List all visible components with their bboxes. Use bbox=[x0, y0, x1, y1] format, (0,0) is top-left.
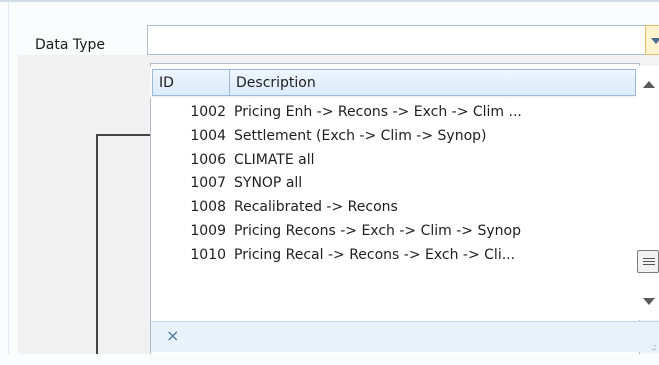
row-id: 1007 bbox=[190, 175, 226, 192]
row-id: 1010 bbox=[190, 246, 226, 263]
clear-icon[interactable]: × bbox=[166, 326, 179, 345]
row-id: 1009 bbox=[190, 222, 226, 239]
table-row[interactable]: 1002 Pricing Enh -> Recons -> Exch -> Cl… bbox=[150, 104, 636, 128]
grip-line bbox=[643, 264, 655, 265]
frame-line-top bbox=[96, 134, 150, 136]
table-row[interactable]: 1004 Settlement (Exch -> Clim -> Synop) bbox=[150, 128, 636, 152]
row-description: CLIMATE all bbox=[234, 151, 315, 168]
frame-line-left bbox=[96, 134, 98, 365]
scrollbar-thumb[interactable] bbox=[637, 250, 659, 273]
row-id: 1004 bbox=[190, 127, 226, 144]
row-description: Pricing Recons -> Exch -> Clim -> Synop bbox=[234, 222, 521, 239]
table-row[interactable]: 1010 Pricing Recal -> Recons -> Exch -> … bbox=[150, 247, 636, 271]
row-id: 1006 bbox=[190, 151, 226, 168]
row-description: Settlement (Exch -> Clim -> Synop) bbox=[234, 127, 487, 144]
column-header-id[interactable]: ID bbox=[152, 69, 230, 96]
scroll-up-arrow-icon[interactable] bbox=[643, 81, 655, 88]
panel-bottom bbox=[0, 354, 659, 365]
data-type-label: Data Type bbox=[35, 37, 106, 53]
row-description: Pricing Recal -> Recons -> Exch -> Cli..… bbox=[234, 246, 516, 263]
panel-top-border bbox=[0, 0, 659, 2]
grip-line bbox=[643, 258, 655, 259]
table-row[interactable]: 1009 Pricing Recons -> Exch -> Clim -> S… bbox=[150, 223, 636, 247]
vertical-scrollbar[interactable] bbox=[636, 66, 659, 320]
row-description: SYNOP all bbox=[234, 175, 303, 192]
resize-grip-icon[interactable]: .: bbox=[651, 342, 656, 353]
column-header-description[interactable]: Description bbox=[229, 69, 636, 96]
row-id: 1002 bbox=[190, 104, 226, 120]
chevron-down-icon bbox=[651, 38, 659, 44]
grid-rows: 1002 Pricing Enh -> Recons -> Exch -> Cl… bbox=[150, 104, 636, 271]
table-row[interactable]: 1006 CLIMATE all bbox=[150, 152, 636, 176]
grip-line bbox=[643, 261, 655, 262]
row-id: 1008 bbox=[190, 199, 226, 216]
row-description: Recalibrated -> Recons bbox=[234, 199, 398, 216]
scroll-down-arrow-icon[interactable] bbox=[643, 298, 655, 305]
table-row[interactable]: 1008 Recalibrated -> Recons bbox=[150, 199, 636, 223]
table-row[interactable]: 1007 SYNOP all bbox=[150, 175, 636, 199]
data-type-combobox[interactable] bbox=[147, 25, 659, 55]
panel-left-border bbox=[8, 2, 9, 365]
row-description: Pricing Enh -> Recons -> Exch -> Clim ..… bbox=[234, 104, 522, 120]
data-type-dropdown-button[interactable] bbox=[645, 25, 659, 55]
popup-footer bbox=[151, 321, 659, 352]
